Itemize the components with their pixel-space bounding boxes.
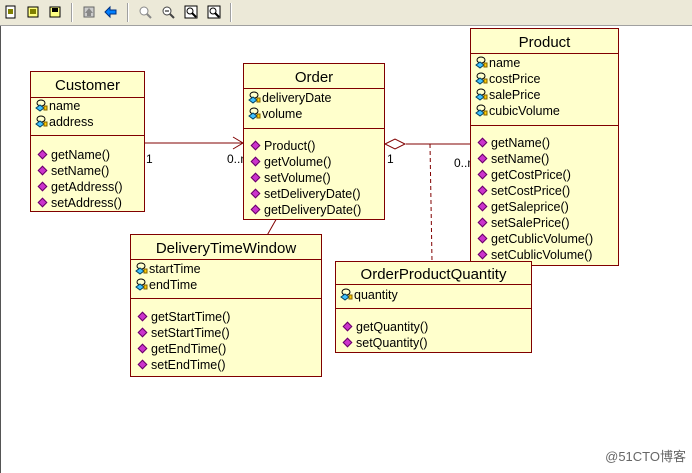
attribute-icon [135,262,148,275]
class-order[interactable]: Order deliveryDate volume Product() getV… [243,63,385,220]
operation-icon [477,217,488,228]
operation-icon [342,337,353,348]
multiplicity-customer: 1 [146,152,153,166]
attribute-icon [35,115,48,128]
attribute-icon [35,99,48,112]
class-name: Customer [54,77,121,94]
class-name: Order [294,69,334,86]
operation-icon [137,327,148,338]
operation-icon [137,311,148,322]
operation-icon [250,156,261,167]
operation-icon [137,359,148,370]
attribute-icon [475,88,488,101]
aggregation-diamond [383,138,407,150]
attribute-icon [248,107,261,120]
operation-icon [250,172,261,183]
attribute-icon [248,91,261,104]
operation-icon [342,321,353,332]
attribute-icon [475,72,488,85]
class-order-product-quantity[interactable]: OrderProductQuantity quantity getQuantit… [335,261,532,353]
operation-icon [137,343,148,354]
attribute-icon [340,288,353,301]
class-delivery-time-window[interactable]: DeliveryTimeWindow startTime endTime get… [130,234,322,377]
operation-icon [477,169,488,180]
operation-icon [477,233,488,244]
operation-icon [250,188,261,199]
multiplicity-order-product: 1 [387,152,394,166]
operation-icon [477,249,488,260]
class-name: OrderProductQuantity [360,266,507,283]
attribute-icon [475,104,488,117]
operation-icon [250,140,261,151]
operation-icon [250,204,261,215]
class-name: DeliveryTimeWindow [155,240,297,257]
operation-icon [477,185,488,196]
operation-icon [37,197,48,208]
association-class-link [429,143,433,262]
operation-icon [37,149,48,160]
class-name: Product [518,34,571,51]
class-customer[interactable]: Customer name address getName() setName(… [30,71,145,212]
class-product[interactable]: Product name costPrice salePrice cubicVo… [470,28,619,266]
operation-icon [477,201,488,212]
operation-icon [477,153,488,164]
operation-icon [37,165,48,176]
operation-icon [37,181,48,192]
watermark: @51CTO博客 [605,449,686,464]
operation-icon [477,137,488,148]
attribute-icon [475,56,488,69]
attribute-icon [135,278,148,291]
